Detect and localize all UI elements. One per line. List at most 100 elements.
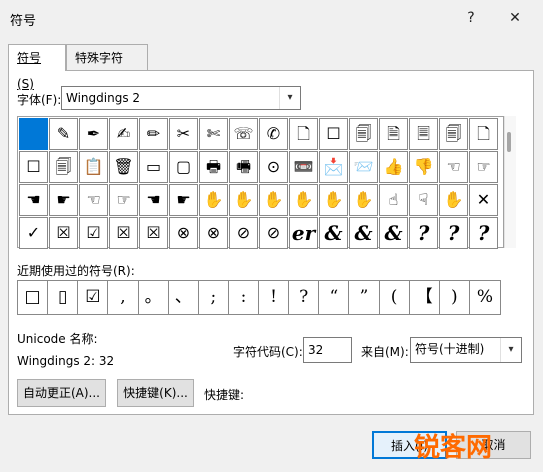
shortcut-key-button[interactable]: 快捷键(K)... [117,379,194,407]
symbol-cell[interactable]: ✍ [109,118,138,150]
symbol-cell[interactable]: 🖷 [229,151,258,183]
symbol-cell[interactable]: & [349,217,378,249]
symbol-cell[interactable]: & [379,217,408,249]
symbol-cell[interactable]: 🗑 [109,151,138,183]
tab-symbols[interactable]: 符号(S) [8,44,66,91]
recent-symbol-cell[interactable]: ▯ [48,281,79,314]
symbol-cell[interactable]: ☒ [109,217,138,249]
recent-symbol-cell[interactable]: ☑ [78,281,109,314]
dialog-title: 符号 [10,14,37,29]
symbol-cell[interactable]: 👍 [379,151,408,183]
symbol-cell[interactable]: ✋ [439,184,468,216]
symbol-cell[interactable]: ☏ [229,118,258,150]
symbol-cell[interactable]: ☒ [49,217,78,249]
symbol-cell[interactable]: ? [409,217,438,249]
symbol-cell[interactable]: 🗐 [439,118,468,150]
symbol-cell[interactable]: ✋ [289,184,318,216]
symbol-cell[interactable]: 📼 [289,151,318,183]
symbol-cell[interactable]: ✓ [19,217,48,249]
symbol-cell[interactable]: ⊘ [229,217,258,249]
symbol-cell[interactable]: 🗋 [289,118,318,150]
recent-symbols-label: 近期使用过的符号(R): [17,264,135,278]
char-code-input[interactable]: 32 [303,337,352,363]
recent-symbol-cell[interactable]: “ [319,281,350,314]
symbol-cell[interactable]: ☟ [409,184,438,216]
symbol-cell[interactable]: ▭ [139,151,168,183]
symbol-cell[interactable]: ✆ [259,118,288,150]
recent-symbol-cell[interactable]: ” [349,281,380,314]
unicode-name-value: Wingdings 2: 32 [17,354,115,368]
symbol-cell[interactable]: ⊙ [259,151,288,183]
symbol-cell[interactable]: ✋ [259,184,288,216]
recent-symbol-cell[interactable]: : [229,281,259,314]
symbol-cell[interactable]: ☚ [19,184,48,216]
from-label: 来自(M): [361,345,409,359]
symbol-cell[interactable]: ⊗ [199,217,228,249]
symbol-cell[interactable]: ? [439,217,468,249]
symbol-cell[interactable]: ✂ [169,118,198,150]
from-select[interactable]: 符号(十进制) ▾ [410,337,522,363]
symbol-cell[interactable]: ? [469,217,498,249]
symbol-cell[interactable]: 🗏 [409,118,438,150]
help-button[interactable]: ? [458,6,484,30]
symbol-cell[interactable]: 🖶 [199,151,228,183]
autocorrect-button[interactable]: 自动更正(A)... [17,379,106,407]
symbol-cell[interactable]: ✎ [49,118,78,150]
watermark-logo: 锐客网 [414,433,493,463]
symbol-cell[interactable]: ☛ [49,184,78,216]
symbol-cell[interactable]: ✋ [229,184,258,216]
symbol-cell[interactable]: ⊗ [169,217,198,249]
symbol-cell[interactable]: 🗎 [379,118,408,150]
symbol-cell[interactable]: 📋 [79,151,108,183]
symbol-cell[interactable]: er [289,217,318,249]
recent-symbol-cell[interactable]: % [470,281,500,314]
from-select-value: 符号(十进制) [415,342,485,356]
symbol-cell[interactable]: ✋ [349,184,378,216]
symbol-cell[interactable]: ☜ [79,184,108,216]
recent-symbol-cell[interactable]: 。 [139,281,169,314]
recent-symbol-cell[interactable]: ) [440,281,470,314]
symbol-cell[interactable]: ☛ [169,184,198,216]
symbol-cell[interactable]: & [319,217,348,249]
symbol-cell[interactable]: 🗐 [49,151,78,183]
close-button[interactable]: ✕ [502,6,528,30]
recent-symbol-cell[interactable]: ; [199,281,229,314]
recent-symbol-cell[interactable]: ! [259,281,290,314]
symbol-cell[interactable]: ✋ [199,184,228,216]
recent-symbol-cell[interactable]: ? [289,281,320,314]
symbol-cell[interactable]: ☝ [379,184,408,216]
symbol-cell[interactable]: ▢ [169,151,198,183]
symbol-cell[interactable]: ✒ [79,118,108,150]
recent-symbol-cell[interactable]: ( [380,281,410,314]
grid-scrollbar-thumb[interactable] [507,132,511,152]
symbol-cell[interactable]: ☚ [139,184,168,216]
symbol-cell[interactable] [19,118,48,150]
char-code-label: 字符代码(C): [233,345,303,359]
tab-special-characters[interactable]: 特殊字符(P) [66,44,148,91]
recent-symbol-cell[interactable]: 、 [169,281,199,314]
chevron-down-icon: ▾ [500,338,521,362]
symbol-cell[interactable]: ☜ [439,151,468,183]
symbol-cell[interactable]: 📨 [349,151,378,183]
symbol-cell[interactable]: ☐ [19,151,48,183]
recent-symbols-strip: □ ▯ ☑,。、;:!? “”(【)% [17,280,501,315]
symbol-cell[interactable]: 🗋 [469,118,498,150]
symbol-cell[interactable]: 📩 [319,151,348,183]
font-select[interactable]: Wingdings 2 ▾ [61,86,301,110]
symbol-cell[interactable]: ☒ [139,217,168,249]
symbol-cell[interactable]: ☞ [109,184,138,216]
symbol-cell[interactable]: ☐ [319,118,348,150]
symbol-cell[interactable]: 👎 [409,151,438,183]
symbol-cell[interactable]: ⊘ [259,217,288,249]
recent-symbol-cell[interactable]: □ [18,281,49,314]
symbol-cell[interactable]: ☑ [79,217,108,249]
recent-symbol-cell[interactable]: , [108,281,139,314]
symbol-cell[interactable]: ✏ [139,118,168,150]
recent-symbol-cell[interactable]: 【 [410,281,440,314]
symbol-cell[interactable]: ✄ [199,118,228,150]
symbol-cell[interactable]: ☞ [469,151,498,183]
symbol-cell[interactable]: 🗐 [349,118,378,150]
font-select-value: Wingdings 2 [66,91,141,105]
symbol-cell[interactable]: ✕ [469,184,498,216]
symbol-cell[interactable]: ✋ [319,184,348,216]
